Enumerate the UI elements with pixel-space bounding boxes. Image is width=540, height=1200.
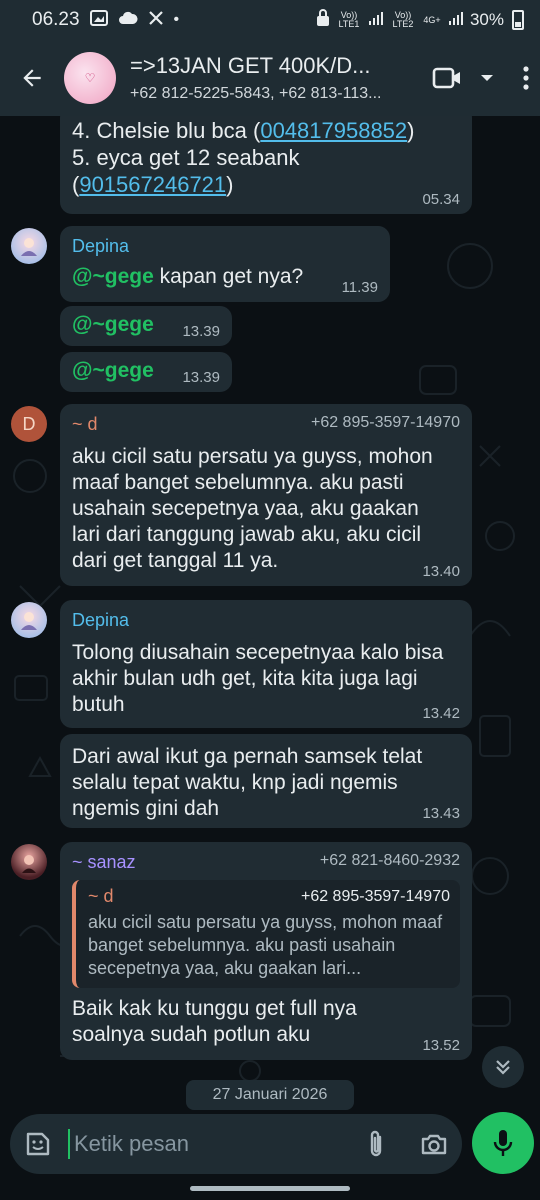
account-link-4[interactable]: 004817958852 xyxy=(260,118,407,143)
battery-percent: 30% xyxy=(469,10,504,29)
message-text: Dari awal ikut ga pernah samsek telat se… xyxy=(72,745,423,820)
list-line-4-text: 4. Chelsie blu bca ( xyxy=(72,118,261,143)
sim1-label: Vo)) LTE1 xyxy=(338,10,360,29)
back-arrow-icon xyxy=(23,69,41,87)
composer xyxy=(10,1114,462,1174)
mention-gege[interactable]: @~gege xyxy=(72,265,154,288)
message-time: 13.43 xyxy=(422,805,460,822)
list-line-5: 5. eyca get 12 seabank xyxy=(72,145,300,170)
scroll-to-bottom-button[interactable] xyxy=(482,1046,524,1088)
message-time: 13.40 xyxy=(422,563,460,580)
message-body: kapan get nya? xyxy=(153,265,304,288)
avatar-sanaz[interactable] xyxy=(11,844,47,880)
call-options-dropdown[interactable] xyxy=(480,73,494,83)
more-options-button[interactable] xyxy=(522,65,530,91)
battery-icon xyxy=(512,10,524,30)
message-time: 13.42 xyxy=(422,705,460,722)
sticker-button[interactable] xyxy=(24,1130,52,1158)
signal-1-icon xyxy=(368,10,384,31)
mention-gege[interactable]: @~gege xyxy=(72,313,154,336)
avatar-depina-icon xyxy=(21,612,37,630)
status-bar: 06.23 • Vo)) LTE1 Vo)) LTE2 4G+ 30% xyxy=(0,0,540,40)
message-bubble[interactable]: ~ d +62 895-3597-14970 aku cicil satu pe… xyxy=(60,404,472,586)
chat-area[interactable]: 4. Chelsie blu bca (004817958852) 5. eyc… xyxy=(0,116,540,1100)
more-vert-icon xyxy=(523,66,529,90)
message-time: 13.39 xyxy=(182,323,220,340)
camera-button[interactable] xyxy=(420,1132,448,1156)
message-time: 13.52 xyxy=(422,1037,460,1054)
signal-2-icon xyxy=(448,10,464,31)
back-button[interactable] xyxy=(14,60,50,96)
attach-icon xyxy=(370,1130,382,1157)
dropdown-caret-icon xyxy=(481,75,493,81)
list-line-4-close: ) xyxy=(407,118,415,143)
chat-title: =>13JAN GET 400K/D... xyxy=(130,53,371,78)
message-time: 11.39 xyxy=(341,279,378,296)
message-bubble[interactable]: @~gege 13.39 xyxy=(60,306,232,346)
cloud-notification-icon xyxy=(118,11,138,30)
message-input[interactable] xyxy=(68,1129,366,1159)
chat-info[interactable]: =>13JAN GET 400K/D... +62 812-5225-5843,… xyxy=(130,53,400,103)
status-time: 06.23 xyxy=(32,9,80,30)
attach-button[interactable] xyxy=(366,1129,386,1159)
navigation-handle[interactable] xyxy=(190,1186,350,1191)
list-line-5-account: (901567246721) xyxy=(72,172,460,198)
sender-phone: +62 821-8460-2932 xyxy=(319,852,460,869)
message-text: Tolong diusahain secepetnyaa kalo bisa a… xyxy=(72,641,444,716)
avatar-depina[interactable] xyxy=(11,602,47,638)
quoted-phone: +62 895-3597-14970 xyxy=(300,888,450,905)
sim2-label: Vo)) LTE2 xyxy=(392,10,414,29)
date-divider: 27 Januari 2026 xyxy=(186,1080,354,1110)
chat-participants: +62 812-5225-5843, +62 813-113... xyxy=(130,85,382,102)
sender-name[interactable]: Depina xyxy=(72,608,460,632)
message-bubble[interactable]: Dari awal ikut ga pernah samsek telat se… xyxy=(60,734,472,828)
list-line-4: 4. Chelsie blu bca (004817958852) xyxy=(72,118,460,144)
sticker-icon xyxy=(26,1132,50,1156)
avatar-d-letter: D xyxy=(22,413,36,434)
message-time: 13.39 xyxy=(182,369,220,386)
avatar-depina[interactable] xyxy=(11,228,47,264)
message-bubble-list[interactable]: 4. Chelsie blu bca (004817958852) 5. eyc… xyxy=(60,116,472,214)
gallery-notification-icon xyxy=(89,9,108,31)
avatar-depina-icon xyxy=(21,238,37,256)
x-app-icon xyxy=(148,10,164,31)
mention-gege[interactable]: @~gege xyxy=(72,359,154,382)
sender-name[interactable]: Depina xyxy=(72,234,378,258)
message-text: aku cicil satu persatu ya guyss, mohon m… xyxy=(72,445,433,572)
message-bubble-reply[interactable]: ~ sanaz +62 821-8460-2932 ~ d +62 895-35… xyxy=(60,842,472,1060)
alarm-lock-icon xyxy=(316,8,330,32)
message-time: 05.34 xyxy=(422,191,460,208)
message-bubble[interactable]: Depina Tolong diusahain secepetnyaa kalo… xyxy=(60,600,472,728)
video-call-icon xyxy=(432,67,460,89)
chat-header: ♡ =>13JAN GET 400K/D... +62 812-5225-584… xyxy=(0,40,540,116)
message-text: Baik kak ku tunggu get full nya soalnya … xyxy=(72,997,357,1046)
mic-icon xyxy=(493,1130,513,1156)
quoted-message[interactable]: ~ d +62 895-3597-14970 aku cicil satu pe… xyxy=(72,880,460,988)
message-text: @~gege kapan get nya? xyxy=(72,264,378,290)
voice-message-button[interactable] xyxy=(472,1112,534,1174)
message-bubble[interactable]: Depina @~gege kapan get nya? 11.39 xyxy=(60,226,390,302)
list-line-5-close: ) xyxy=(226,172,234,197)
message-bubble[interactable]: @~gege 13.39 xyxy=(60,352,232,392)
account-link-5[interactable]: 901567246721 xyxy=(79,172,226,197)
camera-icon xyxy=(421,1134,447,1155)
quoted-text: aku cicil satu persatu ya guyss, mohon m… xyxy=(88,912,443,978)
double-chevron-down-icon xyxy=(496,1060,510,1075)
more-notifications-dot-icon: • xyxy=(173,11,180,28)
network-type-label: 4G+ xyxy=(423,14,441,25)
group-avatar-text: ♡ xyxy=(84,71,96,85)
avatar-d[interactable]: D xyxy=(11,406,47,442)
group-avatar[interactable]: ♡ xyxy=(64,52,116,104)
video-call-button[interactable] xyxy=(432,66,462,90)
sender-phone: +62 895-3597-14970 xyxy=(310,414,460,431)
avatar-sanaz-icon xyxy=(22,855,36,873)
